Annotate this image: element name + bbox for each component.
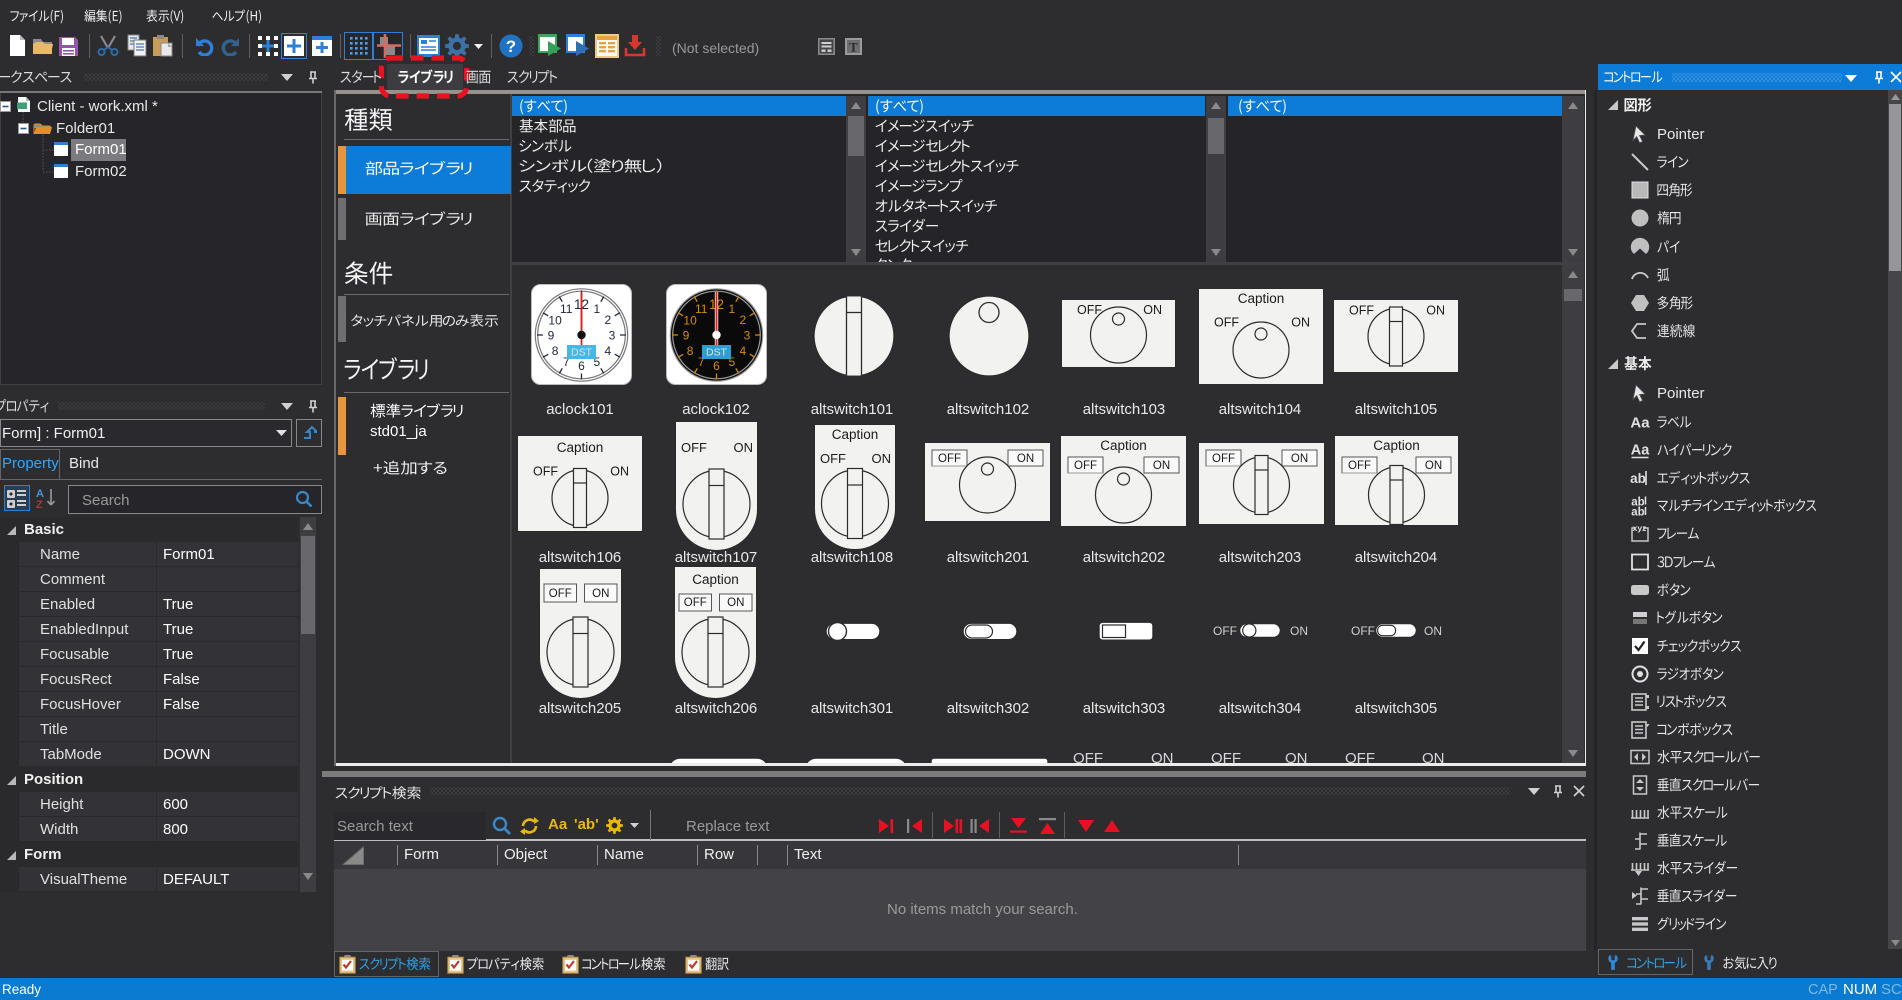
svg-text:ON: ON [1426,304,1445,318]
svg-text:ON: ON [734,440,754,455]
svg-text:4: 4 [605,344,612,358]
svg-text:OFF: OFF [549,588,572,600]
svg-text:T: T [849,40,858,55]
svg-text:2: 2 [605,313,612,327]
svg-text:Aa: Aa [1630,415,1650,432]
svg-text:Z: Z [36,499,43,509]
svg-text:OFF: OFF [1074,460,1097,472]
svg-text:ab: ab [1631,506,1644,516]
svg-text:11: 11 [695,302,708,316]
svg-text:ON: ON [727,597,744,609]
svg-text:OFF: OFF [1212,453,1235,465]
svg-text:OFF: OFF [820,451,846,466]
svg-text:ON: ON [1143,303,1162,317]
svg-text:11: 11 [560,302,573,316]
svg-text:9: 9 [683,329,690,343]
svg-text:ON: ON [1153,460,1170,472]
svg-text:3: 3 [744,329,751,343]
svg-text:2: 2 [740,313,747,327]
svg-text:OFF: OFF [1348,460,1371,472]
svg-text:OFF: OFF [533,465,558,479]
svg-text:1: 1 [728,302,735,316]
svg-text:6: 6 [713,359,720,373]
svg-text:?: ? [506,37,516,56]
svg-text:Caption: Caption [832,427,879,442]
svg-text:OFF: OFF [681,440,707,455]
svg-text:ON: ON [1425,460,1442,472]
svg-text:Caption: Caption [1238,291,1285,306]
svg-text:OFF: OFF [938,453,961,465]
svg-text:Caption: Caption [557,440,604,455]
svg-text:DST: DST [706,347,728,359]
svg-text:OFF: OFF [1214,316,1239,330]
svg-text:ON: ON [592,588,609,600]
svg-text:DST: DST [571,347,593,359]
svg-text:ON: ON [1291,453,1308,465]
svg-text:ON: ON [872,451,892,466]
svg-text:1: 1 [593,302,600,316]
svg-text:ON: ON [1017,453,1034,465]
svg-text:Caption: Caption [1100,438,1147,453]
svg-text:9: 9 [548,329,555,343]
svg-text:ON: ON [610,465,629,479]
svg-text:Aa: Aa [1631,443,1650,459]
svg-text:xyz: xyz [1633,524,1647,533]
svg-text:ab: ab [1630,471,1646,486]
svg-text:Caption: Caption [1373,438,1420,453]
svg-text:3: 3 [609,329,616,343]
svg-text:8: 8 [552,344,559,358]
svg-text:4: 4 [740,344,747,358]
svg-text:OFF: OFF [684,597,707,609]
svg-text:ON: ON [1291,316,1310,330]
svg-text:6: 6 [578,359,585,373]
svg-text:Caption: Caption [692,572,739,587]
svg-text:8: 8 [687,344,694,358]
svg-text:OFF: OFF [1349,304,1374,318]
